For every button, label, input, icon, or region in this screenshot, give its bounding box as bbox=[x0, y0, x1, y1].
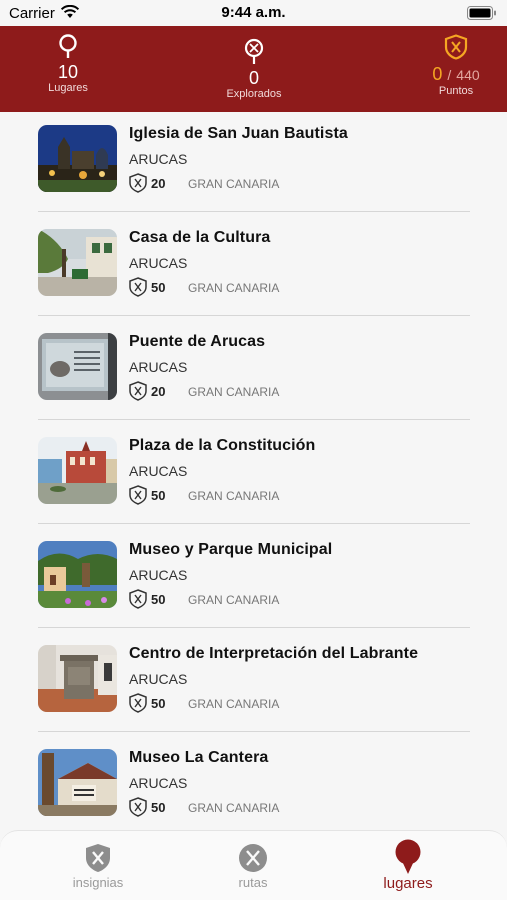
list-item-museo-la-cantera[interactable]: Museo La Cantera ARUCAS 50 GRAN CANARIA bbox=[0, 736, 507, 830]
badge-shield-icon bbox=[129, 485, 147, 505]
explored-pin-icon bbox=[244, 38, 264, 64]
place-town: ARUCAS bbox=[129, 671, 188, 687]
list-item-plaza-de-la-constitucion[interactable]: Plaza de la Constitución ARUCAS 50 GRAN … bbox=[0, 424, 507, 528]
badge-shield-icon bbox=[129, 589, 147, 609]
place-town: ARUCAS bbox=[129, 255, 188, 271]
place-town: ARUCAS bbox=[129, 151, 188, 167]
courtyard-tree-photo bbox=[38, 229, 117, 296]
explorados-count: 0 bbox=[248, 68, 259, 88]
divider bbox=[38, 419, 470, 420]
place-town: ARUCAS bbox=[129, 775, 188, 791]
badge-shield-icon bbox=[129, 173, 147, 193]
map-pin-icon bbox=[59, 34, 77, 58]
status-time: 9:44 a.m. bbox=[221, 4, 286, 21]
quarry-museum-photo bbox=[38, 749, 117, 816]
explorados-label: Explorados bbox=[226, 88, 282, 100]
place-island: GRAN CANARIA bbox=[188, 697, 280, 711]
divider bbox=[38, 731, 470, 732]
points-total: 440 bbox=[456, 67, 480, 83]
status-bar: Carrier 9:44 a.m. bbox=[0, 0, 507, 26]
place-name: Puente de Arucas bbox=[129, 333, 266, 350]
place-points: 50 bbox=[151, 280, 166, 295]
stat-puntos: 0 / 440 Puntos bbox=[414, 26, 498, 112]
stat-explorados: 0 Explorados bbox=[208, 26, 300, 112]
routes-icon bbox=[239, 844, 267, 872]
stat-lugares: 10 Lugares bbox=[28, 26, 108, 112]
place-points: 50 bbox=[151, 800, 166, 815]
tab-label: lugares bbox=[383, 875, 433, 892]
place-town: ARUCAS bbox=[129, 359, 188, 375]
badge-shield-icon bbox=[129, 797, 147, 817]
tab-label: rutas bbox=[238, 875, 268, 890]
list-item-museo-y-parque-municipal[interactable]: Museo y Parque Municipal ARUCAS 50 GRAN … bbox=[0, 528, 507, 632]
badge-shield-icon bbox=[444, 34, 468, 60]
divider bbox=[38, 211, 470, 212]
lugares-count: 10 bbox=[57, 62, 79, 82]
place-name: Museo y Parque Municipal bbox=[129, 541, 333, 558]
divider bbox=[38, 315, 470, 316]
place-name: Centro de Interpretación del Labrante bbox=[129, 645, 419, 662]
place-points: 50 bbox=[151, 488, 166, 503]
place-name: Iglesia de San Juan Bautista bbox=[129, 125, 348, 142]
puntos-label: Puntos bbox=[438, 85, 474, 97]
list-item-casa-de-la-cultura[interactable]: Casa de la Cultura ARUCAS 50 GRAN CANARI… bbox=[0, 216, 507, 320]
map-pin-icon bbox=[395, 839, 421, 874]
points-separator: / bbox=[447, 67, 452, 83]
place-island: GRAN CANARIA bbox=[188, 177, 280, 191]
list-item-puente-de-arucas[interactable]: Puente de Arucas ARUCAS 20 GRAN CANARIA bbox=[0, 320, 507, 424]
tab-bar: insignias rutas lugares bbox=[0, 830, 507, 900]
badge-shield-icon bbox=[86, 844, 110, 872]
place-name: Casa de la Cultura bbox=[129, 229, 271, 246]
tab-label: insignias bbox=[72, 875, 124, 890]
puntos-value: 0 / 440 bbox=[414, 64, 498, 85]
divider bbox=[38, 523, 470, 524]
place-list: Iglesia de San Juan Bautista ARUCAS 20 G… bbox=[0, 112, 507, 830]
place-island: GRAN CANARIA bbox=[188, 801, 280, 815]
lugares-label: Lugares bbox=[48, 82, 88, 94]
place-island: GRAN CANARIA bbox=[188, 385, 280, 399]
list-item-iglesia-san-juan-bautista[interactable]: Iglesia de San Juan Bautista ARUCAS 20 G… bbox=[0, 112, 507, 216]
badge-shield-icon bbox=[129, 693, 147, 713]
badge-shield-icon bbox=[129, 277, 147, 297]
place-island: GRAN CANARIA bbox=[188, 489, 280, 503]
tab-insignias[interactable]: insignias bbox=[58, 831, 138, 900]
place-name: Plaza de la Constitución bbox=[129, 437, 316, 454]
tab-rutas[interactable]: rutas bbox=[218, 831, 288, 900]
park-museum-photo bbox=[38, 541, 117, 608]
tab-lugares[interactable]: lugares bbox=[368, 831, 448, 900]
place-town: ARUCAS bbox=[129, 567, 188, 583]
place-points: 50 bbox=[151, 696, 166, 711]
place-points: 20 bbox=[151, 176, 166, 191]
battery-icon bbox=[467, 6, 496, 20]
church-night-photo bbox=[38, 125, 117, 192]
stats-header: 10 Lugares 0 Explorados 0 / 440 Puntos bbox=[0, 26, 507, 112]
plaza-building-photo bbox=[38, 437, 117, 504]
place-points: 50 bbox=[151, 592, 166, 607]
list-item-centro-interpretacion-labrante[interactable]: Centro de Interpretación del Labrante AR… bbox=[0, 632, 507, 736]
divider bbox=[38, 627, 470, 628]
place-name: Museo La Cantera bbox=[129, 749, 269, 766]
place-points: 20 bbox=[151, 384, 166, 399]
stone-font-photo bbox=[38, 645, 117, 712]
place-town: ARUCAS bbox=[129, 463, 188, 479]
place-island: GRAN CANARIA bbox=[188, 281, 280, 295]
points-current: 0 bbox=[432, 64, 443, 84]
plaque-photo bbox=[38, 333, 117, 400]
place-island: GRAN CANARIA bbox=[188, 593, 280, 607]
badge-shield-icon bbox=[129, 381, 147, 401]
